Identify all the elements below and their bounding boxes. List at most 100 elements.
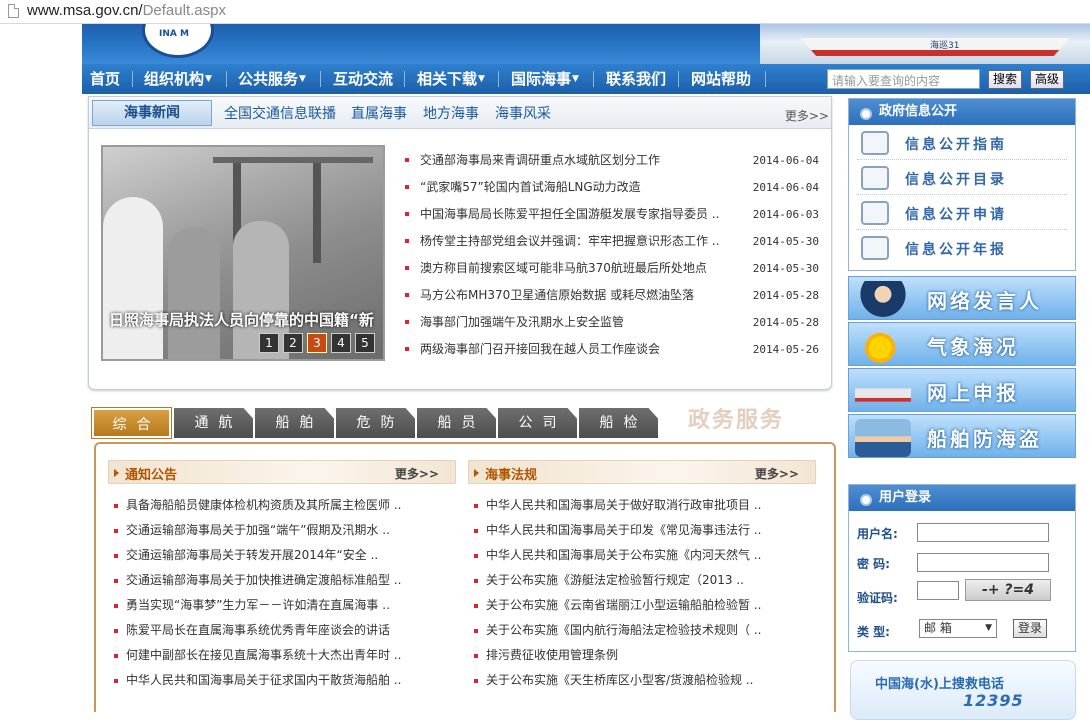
username-label: 用户名: [857,527,898,541]
nav-international[interactable]: 国际海事▼ [511,64,579,94]
banner-online-declaration[interactable]: 网上申报 [848,368,1076,412]
list-item[interactable]: 中华人民共和国海事局关于公布实施《内河天然气 .. [468,543,816,568]
list-item[interactable]: 关于公布实施《云南省瑞丽江小型运输船舶检验暂 .. [468,593,816,618]
tab-company[interactable]: 公司 [498,408,577,438]
list-item-text[interactable]: 关于公布实施《国内航行海船法定检验技术规则（ .. [486,623,761,637]
news-item[interactable]: 澳方称目前搜索区域可能非马航370航班最后所处地点 2014-05-30 [405,255,819,282]
list-item-text[interactable]: 关于公布实施《游艇法定检验暂行规定（2013 .. [486,573,744,587]
banner-anti-piracy[interactable]: 船舶防海盗 [848,414,1076,458]
list-item[interactable]: 中华人民共和国海事局关于印发《常见海事违法行 .. [468,518,816,543]
news-title[interactable]: 交通部海事局来青调研重点水域航区划分工作 [420,147,730,174]
list-item[interactable]: 中华人民共和国海事局关于做好取消行政审批项目 .. [468,493,816,518]
list-item-text[interactable]: 中华人民共和国海事局关于印发《常见海事违法行 .. [486,523,761,537]
tab-msa-style[interactable]: 海事风采 [495,103,551,123]
gov-info-guide[interactable]: 信息公开指南 [857,127,1067,160]
notices-more-link[interactable]: 更多>> [395,465,439,482]
news-title[interactable]: 澳方称目前搜索区域可能非马航370航班最后所处地点 [420,255,730,282]
news-title[interactable]: 两级海事部门召开接回我在越人员工作座谈会 [420,336,730,363]
rescue-hotline-banner[interactable]: 中国海(水)上搜救电话 12395 [850,660,1076,720]
news-item[interactable]: 马方公布MH370卫星通信原始数据 或耗尽燃油坠落 2014-05-28 [405,282,819,309]
tab-inspection[interactable]: 船检 [579,408,658,438]
msa-logo[interactable]: INA M [142,24,214,58]
list-item-text[interactable]: 排污费征收使用管理条例 [486,648,618,662]
list-item-text[interactable]: 关于公布实施《云南省瑞丽江小型运输船舶检验暂 .. [486,598,761,612]
tab-hazard[interactable]: 危防 [336,408,415,438]
address-bar[interactable]: www.msa.gov.cn/Default.aspx [0,0,1090,24]
tab-maritime-news[interactable]: 海事新闻 [92,100,212,126]
news-title[interactable]: 海事部门加强端午及汛期水上安全监管 [420,309,730,336]
gov-info-catalog[interactable]: 信息公开目录 [857,162,1067,195]
captcha-image[interactable]: -+ ?=4 [965,579,1051,601]
list-item[interactable]: 交通运输部海事局关于加强“端午”假期及汛期水 .. [108,518,456,543]
nav-interaction[interactable]: 互动交流 [333,64,393,94]
regulations-more-link[interactable]: 更多>> [755,465,799,482]
advanced-search-button[interactable]: 高级 [1030,70,1065,89]
gov-info-annual-report[interactable]: 信息公开年报 [857,232,1067,265]
list-item-text[interactable]: 何建中副部长在接见直属海事系统十大杰出青年时 .. [126,648,401,662]
list-item[interactable]: 排污费征收使用管理条例 [468,643,816,668]
list-item-text[interactable]: 具备海船船员健康体检机构资质及其所属主检医师 .. [126,498,401,512]
gov-info-request[interactable]: 信息公开申请 [857,197,1067,230]
tab-local-msa[interactable]: 地方海事 [423,103,479,123]
search-button[interactable]: 搜索 [988,70,1023,89]
slider-page-1[interactable]: 1 [259,333,279,353]
banner-spokesperson[interactable]: 网络发言人 [848,276,1076,320]
list-item[interactable]: 陈爱平局长在直属海事系统优秀青年座谈会的讲话 [108,618,456,643]
news-title[interactable]: 中国海事局局长陈爱平担任全国游艇发展专家指导委员 .. [420,201,730,228]
list-item-text[interactable]: 勇当实现“海事梦”生力军－－许如清在直属海事 .. [126,598,390,612]
list-item[interactable]: 交通运输部海事局关于加快推进确定渡船标准船型 .. [108,568,456,593]
list-item-text[interactable]: 关于公布实施《天生桥库区小型客/货渡船检验规 .. [486,673,754,687]
news-item[interactable]: 交通部海事局来青调研重点水域航区划分工作 2014-06-04 [405,147,819,174]
captcha-label: 验证码: [857,591,898,605]
news-item[interactable]: 杨传堂主持部党组会议并强调：牢牢把握意识形态工作 .. 2014-05-30 [405,228,819,255]
list-item-text[interactable]: 中华人民共和国海事局关于公布实施《内河天然气 .. [486,548,761,562]
type-label: 类 型: [857,625,890,639]
list-item-text[interactable]: 中华人民共和国海事局关于做好取消行政审批项目 .. [486,498,761,512]
news-title[interactable]: “武家嘴57”轮国内首试海船LNG动力改造 [420,174,730,201]
nav-contact[interactable]: 联系我们 [606,64,666,94]
news-item[interactable]: “武家嘴57”轮国内首试海船LNG动力改造 2014-06-04 [405,174,819,201]
nav-public-service[interactable]: 公共服务▼ [238,64,306,94]
news-item[interactable]: 两级海事部门召开接回我在越人员工作座谈会 2014-05-26 [405,336,819,363]
list-item[interactable]: 关于公布实施《游艇法定检验暂行规定（2013 .. [468,568,816,593]
url-text[interactable]: www.msa.gov.cn/Default.aspx [27,2,226,19]
tab-general[interactable]: 综合 [91,407,172,439]
list-item[interactable]: 关于公布实施《国内航行海船法定检验技术规则（ .. [468,618,816,643]
list-item-text[interactable]: 中华人民共和国海事局关于征求国内干散货海船舶 .. [126,673,401,687]
news-more-link[interactable]: 更多>> [785,107,829,124]
tab-crew[interactable]: 船员 [417,408,496,438]
slider-page-4[interactable]: 4 [331,333,351,353]
list-item[interactable]: 勇当实现“海事梦”生力军－－许如清在直属海事 .. [108,593,456,618]
tab-ship[interactable]: 船舶 [255,408,334,438]
list-item[interactable]: 交通运输部海事局关于转发开展2014年“安全 .. [108,543,456,568]
captcha-field[interactable] [917,581,959,600]
list-item-text[interactable]: 陈爱平局长在直属海事系统优秀青年座谈会的讲话 [126,623,390,637]
tab-navigation[interactable]: 通航 [174,408,253,438]
slider-page-2[interactable]: 2 [283,333,303,353]
list-item-text[interactable]: 交通运输部海事局关于转发开展2014年“安全 .. [126,548,378,562]
slider-page-3[interactable]: 3 [307,333,327,353]
password-field[interactable] [917,553,1049,572]
slider-page-5[interactable]: 5 [355,333,375,353]
nav-home[interactable]: 首页 [90,64,120,94]
news-title[interactable]: 马方公布MH370卫星通信原始数据 或耗尽燃油坠落 [420,282,730,309]
list-item[interactable]: 具备海船船员健康体检机构资质及其所属主检医师 .. [108,493,456,518]
news-item[interactable]: 海事部门加强端午及汛期水上安全监管 2014-05-28 [405,309,819,336]
banner-weather[interactable]: 气象海况 [848,322,1076,366]
nav-organization[interactable]: 组织机构▼ [144,64,212,94]
login-type-select[interactable]: 邮 箱 ▼ [919,619,997,638]
tab-national-traffic[interactable]: 全国交通信息联播 [224,103,336,123]
photo-caption[interactable]: 日照海事局执法人员向停靠的中国籍“新 [103,307,383,333]
list-item-text[interactable]: 交通运输部海事局关于加强“端午”假期及汛期水 .. [126,523,390,537]
nav-downloads[interactable]: 相关下载▼ [417,64,485,94]
login-button[interactable]: 登录 [1013,619,1048,638]
tab-direct-msa[interactable]: 直属海事 [351,103,407,123]
news-photo-slider[interactable]: 日照海事局执法人员向停靠的中国籍“新 12345 [101,145,385,361]
news-item[interactable]: 中国海事局局长陈爱平担任全国游艇发展专家指导委员 .. 2014-06-03 [405,201,819,228]
username-field[interactable] [917,523,1049,542]
list-item-text[interactable]: 交通运输部海事局关于加快推进确定渡船标准船型 .. [126,573,401,587]
search-input[interactable]: 请输入要查询的内容 [827,69,980,89]
list-item[interactable]: 何建中副部长在接见直属海事系统十大杰出青年时 .. [108,643,456,668]
news-title[interactable]: 杨传堂主持部党组会议并强调：牢牢把握意识形态工作 .. [420,228,730,255]
nav-help[interactable]: 网站帮助 [691,64,751,94]
